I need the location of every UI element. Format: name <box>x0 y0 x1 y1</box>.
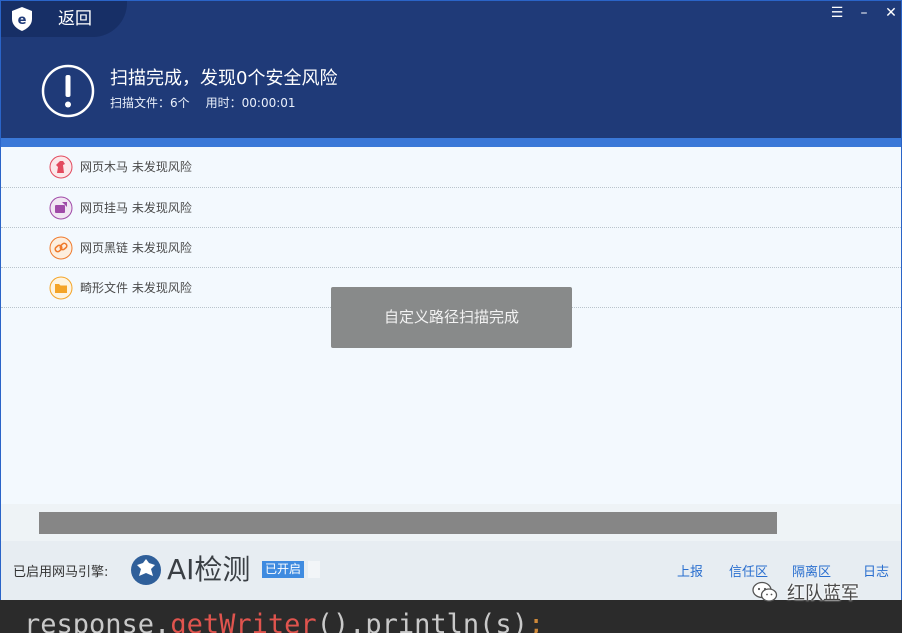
minimize-icon[interactable]: – <box>856 5 872 21</box>
ai-status-toggle-track <box>308 561 320 578</box>
elapsed-time: 用时：00:00:01 <box>205 96 296 110</box>
watermark-text: 红队蓝军 <box>787 583 859 604</box>
menu-icon[interactable]: ☰ <box>829 5 845 21</box>
code-method: getWriter <box>170 609 317 633</box>
results-list: 网页木马 未发现风险 网页挂马 未发现风险 网页黑链 未发现风险 畸形文件 未发… <box>1 147 901 308</box>
code-semicolon: ; <box>527 609 545 633</box>
toast-message: 自定义路径扫描完成 <box>331 287 572 348</box>
scrollbar-thumb[interactable] <box>39 512 777 534</box>
quarantine-link[interactable]: 隔离区 <box>792 561 831 580</box>
files-scanned: 扫描文件：6个 <box>110 96 190 110</box>
result-row-hijack: 网页挂马 未发现风险 <box>1 188 901 228</box>
result-label: 网页挂马 未发现风险 <box>80 201 192 215</box>
svg-text:e: e <box>18 13 27 28</box>
result-label: 网页黑链 未发现风险 <box>80 241 192 255</box>
close-icon[interactable]: ✕ <box>883 5 899 21</box>
ai-detection-label: AI检测 <box>167 553 251 586</box>
wechat-icon <box>752 581 778 602</box>
shield-logo-icon: e <box>12 7 32 31</box>
dark-link-icon <box>49 236 73 260</box>
result-label: 畸形文件 未发现风险 <box>80 281 192 295</box>
hijack-icon <box>49 196 73 220</box>
code-suffix: ().println(s) <box>316 609 528 633</box>
code-snippet: response.getWriter().println(s); <box>0 600 902 633</box>
log-link[interactable]: 日志 <box>863 561 889 580</box>
code-prefix: response. <box>24 609 171 633</box>
alert-circle-icon <box>41 64 95 118</box>
app-window: e 返回 ☰ – ✕ 扫描完成，发现0个安全风险 扫描文件：6个 用时：00:00… <box>0 0 902 633</box>
scan-result-title: 扫描完成，发现0个安全风险 <box>110 68 338 89</box>
report-link[interactable]: 上报 <box>677 561 703 580</box>
scroll-area <box>1 504 901 541</box>
code-line: response.getWriter().println(s); <box>24 608 544 633</box>
result-label: 网页木马 未发现风险 <box>80 160 192 174</box>
folder-icon <box>49 276 73 300</box>
ai-status-badge[interactable]: 已开启 <box>262 561 305 578</box>
ai-engine-logo-icon <box>131 555 161 585</box>
back-label: 返回 <box>58 9 92 29</box>
result-row-dark-link: 网页黑链 未发现风险 <box>1 228 901 268</box>
trust-zone-link[interactable]: 信任区 <box>729 561 768 580</box>
engine-label: 已启用网马引擎: <box>13 565 109 580</box>
result-row-trojan: 网页木马 未发现风险 <box>1 147 901 188</box>
trojan-horse-icon <box>49 155 73 179</box>
scan-stats: 扫描文件：6个 用时：00:00:01 <box>110 94 296 112</box>
result-header: e 返回 ☰ – ✕ 扫描完成，发现0个安全风险 扫描文件：6个 用时：00:00… <box>1 1 901 138</box>
progress-strip <box>1 138 901 147</box>
back-button[interactable]: e 返回 <box>1 1 127 37</box>
